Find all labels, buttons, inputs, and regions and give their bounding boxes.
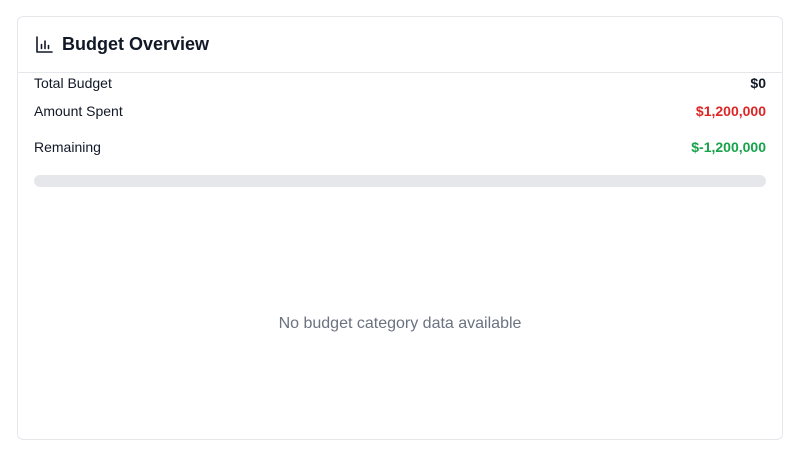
remaining-row: Remaining $-1,200,000 bbox=[34, 129, 766, 165]
amount-spent-row: Amount Spent $1,200,000 bbox=[34, 93, 766, 129]
empty-state-message: No budget category data available bbox=[278, 315, 522, 332]
card-title: Budget Overview bbox=[62, 34, 210, 54]
bar-chart-icon bbox=[35, 35, 53, 54]
remaining-label: Remaining bbox=[34, 139, 101, 155]
amount-spent-label: Amount Spent bbox=[34, 103, 123, 119]
budget-overview-card: Budget Overview Total Budget $0 Amount S… bbox=[17, 16, 783, 440]
total-budget-value: $0 bbox=[750, 75, 766, 91]
budget-stats: Total Budget $0 Amount Spent $1,200,000 … bbox=[18, 73, 782, 165]
budget-progress-bar bbox=[34, 175, 766, 187]
total-budget-row: Total Budget $0 bbox=[34, 73, 766, 93]
amount-spent-value: $1,200,000 bbox=[695, 103, 766, 119]
remaining-value: $-1,200,000 bbox=[691, 139, 766, 155]
card-header: Budget Overview bbox=[18, 17, 782, 73]
total-budget-label: Total Budget bbox=[34, 75, 112, 91]
